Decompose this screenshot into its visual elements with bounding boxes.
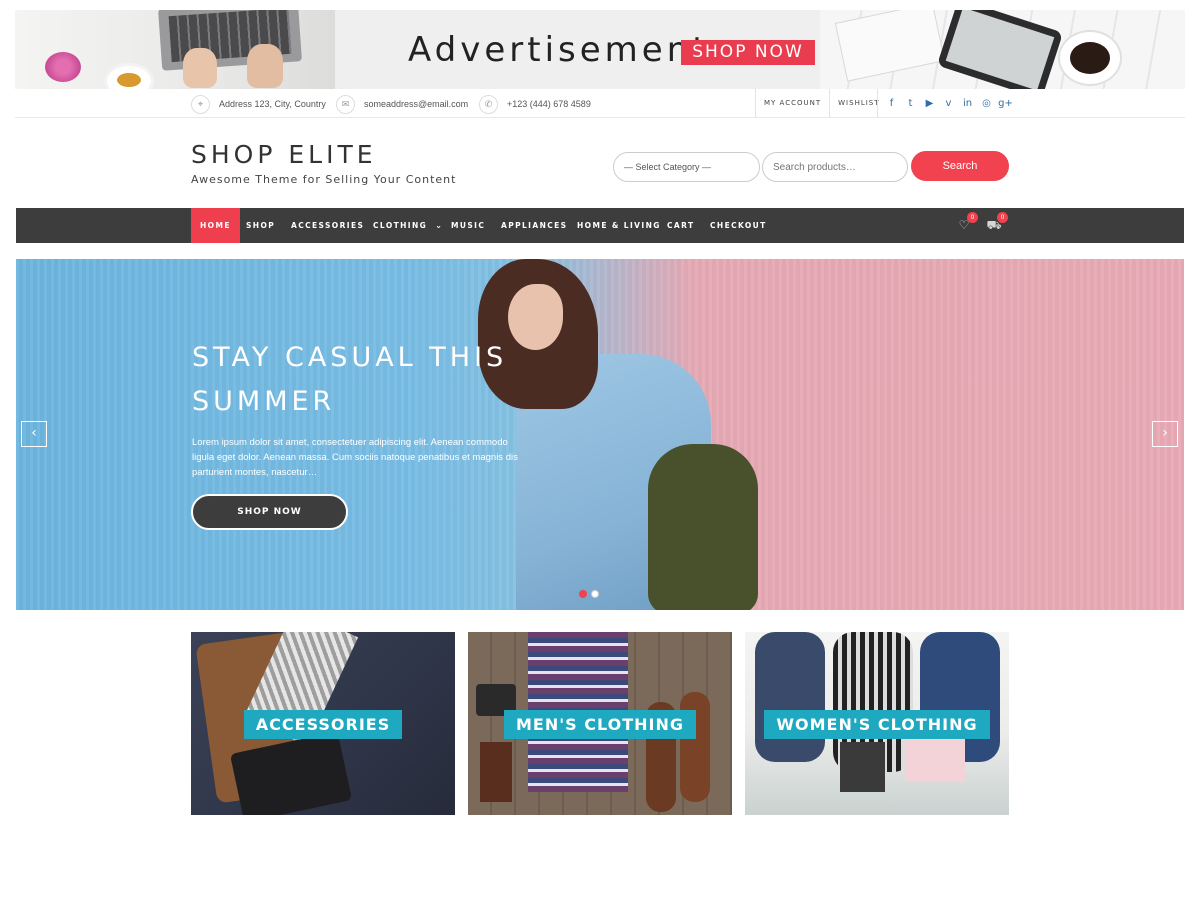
instagram-icon[interactable]: ◎ (977, 98, 996, 109)
nav-item-clothing[interactable]: CLOTHING ⌄ (373, 208, 443, 243)
nav-item-music[interactable]: MUSIC (451, 208, 485, 243)
tile-label: MEN'S CLOTHING (468, 710, 732, 739)
category-tile-womens-clothing[interactable]: WOMEN'S CLOTHING (745, 632, 1009, 815)
topbar: ⌖ Address 123, City, Country ✉ someaddre… (15, 89, 1185, 118)
wishlist-count-badge: 0 (967, 212, 978, 223)
ad-text: Advertisement (408, 30, 710, 70)
page: Advertisement SHOP NOW ⌖ Address 123, Ci… (0, 0, 1200, 900)
notebook-image (834, 10, 946, 82)
nav-item-cart[interactable]: CART (667, 208, 694, 243)
tablet-image (936, 10, 1064, 89)
cart-icon[interactable]: ⛟ 0 (986, 212, 1008, 233)
slider-dot[interactable] (591, 590, 599, 598)
jeans-image (755, 632, 825, 762)
slider-next-arrow-icon[interactable]: › (1152, 421, 1178, 447)
flower-image (45, 52, 81, 82)
vimeo-icon[interactable]: v (939, 98, 958, 109)
hand-image (247, 44, 283, 88)
ad-left-image (15, 10, 335, 89)
category-label: WOMEN'S CLOTHING (764, 710, 990, 739)
my-account-link[interactable]: MY ACCOUNT (755, 89, 829, 117)
hero-title: STAY CASUAL THIS SUMMER (192, 342, 508, 417)
hero-description: Lorem ipsum dolor sit amet, consectetuer… (192, 437, 518, 478)
tile-label: ACCESSORIES (191, 710, 455, 739)
location-pin-icon: ⌖ (191, 94, 210, 114)
site-tagline: Awesome Theme for Selling Your Content (191, 173, 457, 186)
nav-item-home[interactable]: HOME (191, 208, 240, 243)
category-tile-accessories[interactable]: ACCESSORIES (191, 632, 455, 815)
tea-cup-image (107, 66, 151, 89)
shoe-image (680, 692, 710, 802)
email-text[interactable]: someaddress@email.com (364, 99, 468, 109)
hero-shop-now-button[interactable]: SHOP NOW (191, 494, 348, 530)
address-info: ⌖ Address 123, City, Country (191, 94, 326, 114)
social-links: f t ▶ v in ◎ g+ (877, 89, 1015, 117)
nav-item-shop[interactable]: SHOP (246, 208, 275, 243)
slider-dots (579, 590, 599, 598)
category-select[interactable]: — Select Category — (613, 152, 760, 182)
nav-item-appliances[interactable]: APPLIANCES (501, 208, 567, 243)
search-button[interactable]: Search (911, 151, 1009, 181)
hand-image (183, 48, 217, 88)
ad-shop-now-button[interactable]: SHOP NOW (681, 40, 815, 65)
nav-item-accessories[interactable]: ACCESSORIES (291, 208, 364, 243)
category-label: ACCESSORIES (243, 710, 403, 739)
phone-info[interactable]: ✆ +123 (444) 678 4589 (479, 94, 591, 114)
hero-backpack-image (648, 444, 758, 610)
shopping-bag-image (840, 742, 885, 792)
mail-icon: ✉ (336, 94, 355, 114)
category-label: MEN'S CLOTHING (504, 710, 696, 739)
passport-image (480, 742, 512, 802)
address-text: Address 123, City, Country (219, 99, 326, 109)
email-info[interactable]: ✉ someaddress@email.com (336, 94, 468, 114)
search-input[interactable] (762, 152, 908, 182)
advertisement-banner[interactable]: Advertisement SHOP NOW (15, 10, 1185, 89)
nav-item-clothing-label: CLOTHING (373, 221, 428, 230)
account-links: MY ACCOUNT WISHLIST (755, 89, 888, 117)
category-tile-mens-clothing[interactable]: MEN'S CLOTHING (468, 632, 732, 815)
google-plus-icon[interactable]: g+ (996, 98, 1015, 109)
tile-label: WOMEN'S CLOTHING (745, 710, 1009, 739)
cart-count-badge: 0 (997, 212, 1008, 223)
coffee-cup-image (1060, 32, 1120, 84)
nav-item-checkout[interactable]: CHECKOUT (710, 208, 767, 243)
linkedin-icon[interactable]: in (958, 98, 977, 109)
nav-item-home-living[interactable]: HOME & LIVING (577, 208, 661, 243)
chevron-down-icon: ⌄ (435, 221, 444, 230)
phone-text[interactable]: +123 (444) 678 4589 (507, 99, 591, 109)
site-branding: SHOP ELITE Awesome Theme for Selling You… (191, 140, 456, 186)
site-title[interactable]: SHOP ELITE (191, 140, 456, 169)
youtube-icon[interactable]: ▶ (920, 98, 939, 109)
ad-right-image (820, 10, 1185, 89)
slider-dot[interactable] (579, 590, 587, 598)
twitter-icon[interactable]: t (901, 98, 920, 109)
phone-icon: ✆ (479, 94, 498, 114)
wishlist-heart-icon[interactable]: ♡ 0 (956, 212, 978, 233)
facebook-icon[interactable]: f (882, 98, 901, 109)
slider-prev-arrow-icon[interactable]: ‹ (21, 421, 47, 447)
main-navigation: HOME SHOP ACCESSORIES CLOTHING ⌄ MUSIC A… (16, 208, 1184, 243)
hero-model-face (508, 284, 563, 350)
hero-slider: STAY CASUAL THIS SUMMER Lorem ipsum dolo… (16, 259, 1184, 610)
